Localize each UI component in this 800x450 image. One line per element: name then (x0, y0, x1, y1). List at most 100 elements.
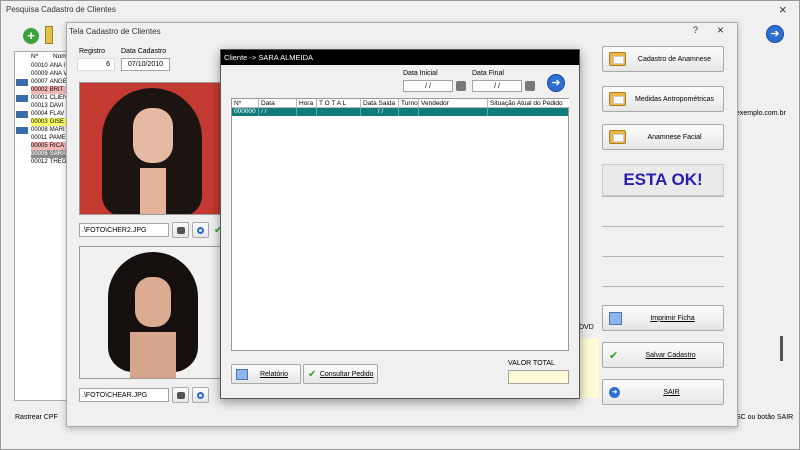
camera-icon (176, 226, 185, 234)
outer-window-title: Pesquisa Cadastro de Clientes (6, 5, 116, 14)
next-arrow-icon[interactable]: ➜ (766, 25, 784, 43)
divider (602, 256, 724, 257)
cell-saida: / / (361, 108, 399, 116)
registro-value: 6 (106, 61, 110, 68)
orders-grid[interactable]: Nº Data Hora T O T A L Data Saida Turno … (231, 98, 570, 351)
list-item-name: RICA (49, 143, 65, 149)
folder-icon (609, 92, 626, 106)
list-item-name: ANGE (49, 79, 67, 85)
imprimir-ficha-label: Imprimir Ficha (650, 314, 695, 322)
calendar-icon[interactable] (456, 81, 466, 91)
list-item-num: 00004 (31, 111, 48, 117)
folder-icon (609, 52, 626, 66)
sair-label: SAIR (663, 388, 680, 396)
col-turno: Turno (401, 99, 419, 108)
cadastro-anamnese-button[interactable]: Cadastro de Anamnese (602, 46, 724, 72)
data-inicial-label: Data Inicial (403, 70, 438, 77)
col-hora: Hora (297, 99, 317, 108)
divider (602, 286, 724, 287)
data-final-field[interactable]: / / (472, 80, 522, 92)
list-item-num: 00010 (31, 63, 48, 69)
relatorio-button[interactable]: Relatório (231, 364, 301, 384)
list-item-num: 00008 (31, 127, 48, 133)
client-grid[interactable]: Nº Nome 00010 ANA I 00009 ANA V 00007 ANGE 000… (14, 51, 82, 401)
status-panel: ESTA OK! (602, 164, 724, 196)
list-item-name: ANA V (49, 71, 68, 77)
magnifier-icon (197, 226, 204, 234)
client-photo-2 (79, 246, 221, 379)
salvar-cadastro-label: Salvar Cadastro (645, 351, 696, 359)
valor-total-field[interactable] (508, 370, 569, 384)
edit-icon[interactable] (45, 26, 53, 44)
outer-close-button[interactable]: × (779, 2, 787, 17)
cadastro-window-title: Tela Cadastro de Clientes (69, 27, 161, 36)
consultar-pedido-label: Consultar Pedido (319, 370, 374, 378)
list-item-name: FLAV (49, 111, 65, 117)
col-total: T O T A L (317, 99, 361, 108)
report-icon (236, 368, 248, 380)
photo-2-path-field[interactable]: .\FOTO\CHEAR.JPG (79, 388, 169, 402)
client-photo-1 (79, 82, 221, 215)
list-item-num: 00009 (31, 71, 48, 77)
medidas-label: Medidas Antropométricas (635, 95, 714, 103)
list-item-num: 00012 (31, 159, 48, 165)
cell-num: 000000 (232, 108, 259, 116)
list-item-name: CLIEN (49, 95, 68, 101)
photo-1-path-field[interactable]: .\FOTO\CHER2.JPG (79, 223, 169, 237)
divider (602, 226, 724, 227)
medidas-button[interactable]: Medidas Antropométricas (602, 86, 724, 112)
list-item-name: DAVI (49, 103, 64, 109)
registro-field[interactable]: 6 (77, 58, 115, 71)
consultar-pedido-button[interactable]: ✔ Consultar Pedido (303, 364, 378, 384)
list-item-num: 00002 (31, 87, 48, 93)
list-item-num: 00007 (31, 79, 48, 85)
add-icon[interactable]: + (23, 28, 39, 44)
camera-button-2[interactable] (172, 387, 189, 403)
zoom-button-2[interactable] (192, 387, 209, 403)
list-item-num: 00003 (31, 119, 48, 125)
cadastro-close-button[interactable]: × (717, 23, 724, 37)
sair-button[interactable]: ➜ SAIR (602, 379, 724, 405)
camera-icon (176, 391, 185, 399)
list-item-num: 00006 (31, 151, 48, 157)
list-item-name: THEO (49, 159, 67, 165)
list-item-num: 00011 (31, 135, 48, 141)
col-vendedor: Vendedor (419, 99, 488, 108)
data-inicial-field[interactable]: / / (403, 80, 453, 92)
cadastro-help-button[interactable]: ? (693, 25, 698, 35)
valor-total-label: VALOR TOTAL (508, 360, 555, 367)
grid-row-icons (16, 79, 28, 143)
col-num: Nº (232, 99, 259, 108)
list-item-num: 00005 (31, 143, 48, 149)
cadastro-anamnese-label: Cadastro de Anamnese (637, 55, 712, 63)
dvd-label: DVD (579, 324, 594, 331)
email-field-fragment: exemplo.com.br (736, 110, 786, 117)
status-text: ESTA OK! (623, 170, 703, 189)
calendar-icon[interactable] (525, 81, 535, 91)
cell-turno (399, 108, 419, 116)
list-item-name: ANA I (49, 63, 66, 69)
zoom-button-1[interactable] (192, 222, 209, 238)
outer-bottom-label: Rastrear CPF (15, 414, 58, 421)
check-icon: ✔ (609, 349, 619, 362)
outer-scrollbar[interactable] (780, 336, 783, 361)
data-cadastro-value: 07/10/2010 (127, 61, 164, 68)
imprimir-ficha-button[interactable]: Imprimir Ficha (602, 305, 724, 331)
orders-grid-header: Nº Data Hora T O T A L Data Saida Turno … (232, 99, 570, 108)
list-item-name: PAME (49, 135, 66, 141)
check-icon: ✔ (308, 368, 317, 380)
anamnese-facial-button[interactable]: Anamnese Facial (602, 124, 724, 150)
list-item-name: SARA (49, 151, 67, 157)
col-saida: Data Saida (361, 99, 399, 108)
camera-button-1[interactable] (172, 222, 189, 238)
pedidos-title: Cliente -> SARA ALMEIDA (224, 53, 313, 62)
data-final-value: / / (494, 82, 500, 90)
data-inicial-value: / / (425, 82, 431, 90)
print-icon (609, 311, 622, 325)
salvar-cadastro-button[interactable]: ✔ Salvar Cadastro (602, 342, 724, 368)
data-final-label: Data Final (472, 70, 504, 77)
search-arrow-button[interactable]: ➜ (547, 74, 565, 92)
middle-yellow-panel (579, 338, 599, 398)
data-cadastro-field[interactable]: 07/10/2010 (121, 58, 170, 71)
table-row[interactable]: 000000 / / / / (232, 108, 568, 116)
